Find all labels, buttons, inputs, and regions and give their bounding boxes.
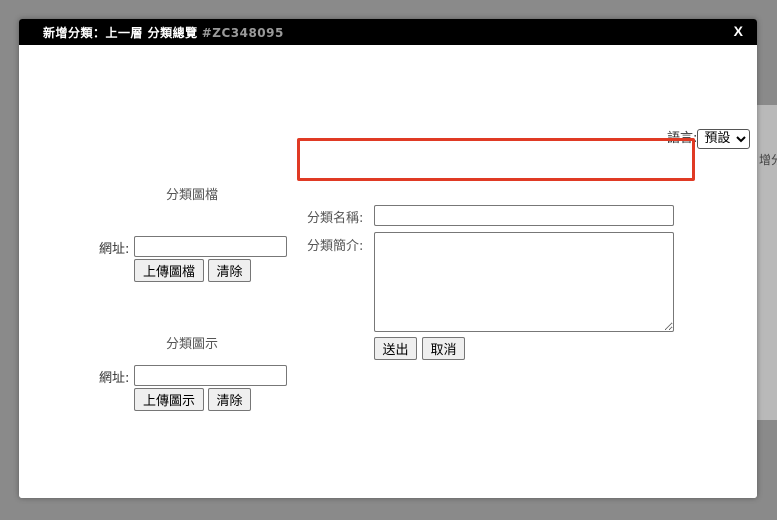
cancel-button[interactable]: 取消 bbox=[422, 337, 465, 360]
language-row: 語言: 預設 bbox=[667, 127, 751, 149]
image-url-input[interactable] bbox=[134, 236, 287, 257]
dialog-title-text: 新增分類：上一層 分類總覽 bbox=[43, 26, 198, 40]
upload-icon-button[interactable]: 上傳圖示 bbox=[134, 388, 204, 411]
icon-url-input[interactable] bbox=[134, 365, 287, 386]
language-label: 語言: bbox=[667, 131, 698, 146]
clear-icon-button[interactable]: 清除 bbox=[208, 388, 251, 411]
close-button[interactable]: X bbox=[734, 23, 743, 39]
icon-section-title: 分類圖示 bbox=[165, 337, 218, 352]
icon-url-label: 網址: bbox=[99, 371, 130, 386]
language-select[interactable]: 預設 bbox=[697, 128, 751, 149]
category-description-textarea[interactable] bbox=[374, 232, 674, 332]
clear-image-button[interactable]: 清除 bbox=[208, 259, 251, 282]
category-name-label: 分類名稱: bbox=[307, 211, 364, 226]
submit-button[interactable]: 送出 bbox=[374, 337, 417, 360]
image-section-title: 分類圖檔 bbox=[165, 188, 218, 203]
dialog-title: 新增分類：上一層 分類總覽 #ZC348095 bbox=[43, 24, 284, 41]
dialog-title-code: #ZC348095 bbox=[201, 26, 284, 40]
add-category-dialog: 新增分類：上一層 分類總覽 #ZC348095 X 語言: 預設 分類圖檔 網址: … bbox=[19, 19, 757, 498]
background-side-text: 增分 bbox=[759, 153, 777, 167]
category-description-label: 分類簡介: bbox=[307, 239, 364, 254]
image-url-label: 網址: bbox=[99, 242, 130, 257]
dialog-body: 語言: 預設 分類圖檔 網址: 上傳圖檔 清除 分類圖示 網址: 上傳圖示 清除 … bbox=[19, 45, 757, 498]
dialog-header: 新增分類：上一層 分類總覽 #ZC348095 X bbox=[19, 19, 757, 45]
upload-image-button[interactable]: 上傳圖檔 bbox=[134, 259, 204, 282]
category-name-input[interactable] bbox=[374, 205, 674, 226]
